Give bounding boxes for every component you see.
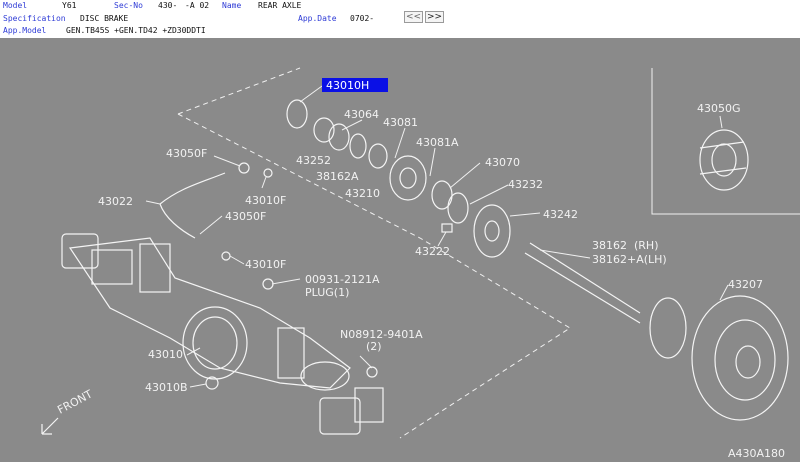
- next-page-button[interactable]: >>: [425, 11, 444, 23]
- leader-lines: [145, 85, 729, 388]
- part-43010H-label[interactable]: 43010H: [326, 79, 369, 92]
- part-43010F-label-b[interactable]: 43010F: [245, 258, 286, 271]
- part-43010-label[interactable]: 43010: [148, 348, 183, 361]
- part-38162-lh-label[interactable]: 38162+A(LH): [592, 253, 667, 266]
- part-43081-label[interactable]: 43081: [383, 116, 418, 129]
- axle-housing-drawing: [61, 233, 384, 435]
- part-43242-label[interactable]: 43242: [543, 208, 578, 221]
- part-43050F-label-a[interactable]: 43050F: [166, 147, 207, 160]
- name-value: REAR AXLE: [258, 1, 302, 10]
- inset-frame: [651, 68, 800, 215]
- appdate-value: 0702-: [350, 14, 375, 23]
- part-08912-qty-label: (2): [366, 340, 382, 353]
- front-arrow-icon: [41, 417, 59, 435]
- part-43081A-label[interactable]: 43081A: [416, 136, 459, 149]
- part-43010B-label[interactable]: 43010B: [145, 381, 188, 394]
- secno-label: Sec-No: [114, 1, 143, 10]
- part-43070-label[interactable]: 43070: [485, 156, 520, 169]
- parts-diagram: 43010H 43064 43081 43081A 43070 43252 38…: [41, 67, 800, 460]
- secno-suffix: -A 02: [185, 1, 210, 10]
- part-43222-label[interactable]: 43222: [415, 245, 450, 258]
- breather-hose-drawing: [159, 172, 226, 205]
- header-panel: Model Y61 Sec-No 430- -A 02 Name REAR AX…: [0, 0, 800, 38]
- part-38162-rh-label[interactable]: 38162 (RH): [592, 239, 658, 252]
- plug-qty-label: PLUG(1): [305, 286, 349, 299]
- part-43050G-drawing: [699, 129, 749, 191]
- part-43010F-label-a[interactable]: 43010F: [245, 194, 286, 207]
- part-43022-label[interactable]: 43022: [98, 195, 133, 208]
- diagram-ref-code: A430A180: [728, 447, 785, 460]
- brake-rotor-drawing: [691, 295, 789, 421]
- part-43064-label[interactable]: 43064: [344, 108, 379, 121]
- front-label: FRONT: [55, 387, 95, 416]
- name-label: Name: [222, 1, 242, 10]
- part-38162A-label[interactable]: 38162A: [316, 170, 359, 183]
- model-label: Model: [3, 1, 28, 10]
- part-43210-label[interactable]: 43210: [345, 187, 380, 200]
- prev-page-button[interactable]: <<: [404, 11, 423, 23]
- secno-value: 430-: [158, 1, 178, 10]
- appmodel-label: App.Model: [3, 26, 47, 35]
- parts-diagram-canvas: 43010H 43064 43081 43081A 43070 43252 38…: [0, 38, 800, 462]
- part-43252-label[interactable]: 43252: [296, 154, 331, 167]
- part-43050F-label-b[interactable]: 43050F: [225, 210, 266, 223]
- model-value: Y61: [62, 1, 77, 10]
- appmodel-value: GEN.TB45S +GEN.TD42 +ZD30DDTI: [66, 26, 206, 35]
- part-43232-label[interactable]: 43232: [508, 178, 543, 191]
- part-00931-label[interactable]: 00931-2121A: [305, 273, 380, 286]
- assembly-outline-top: [177, 67, 301, 115]
- spec-value: DISC BRAKE: [80, 14, 129, 23]
- appdate-label: App.Date: [298, 14, 337, 23]
- part-43050G-label[interactable]: 43050G: [697, 102, 741, 115]
- part-43207-label[interactable]: 43207: [728, 278, 763, 291]
- spec-label: Specification: [3, 14, 66, 23]
